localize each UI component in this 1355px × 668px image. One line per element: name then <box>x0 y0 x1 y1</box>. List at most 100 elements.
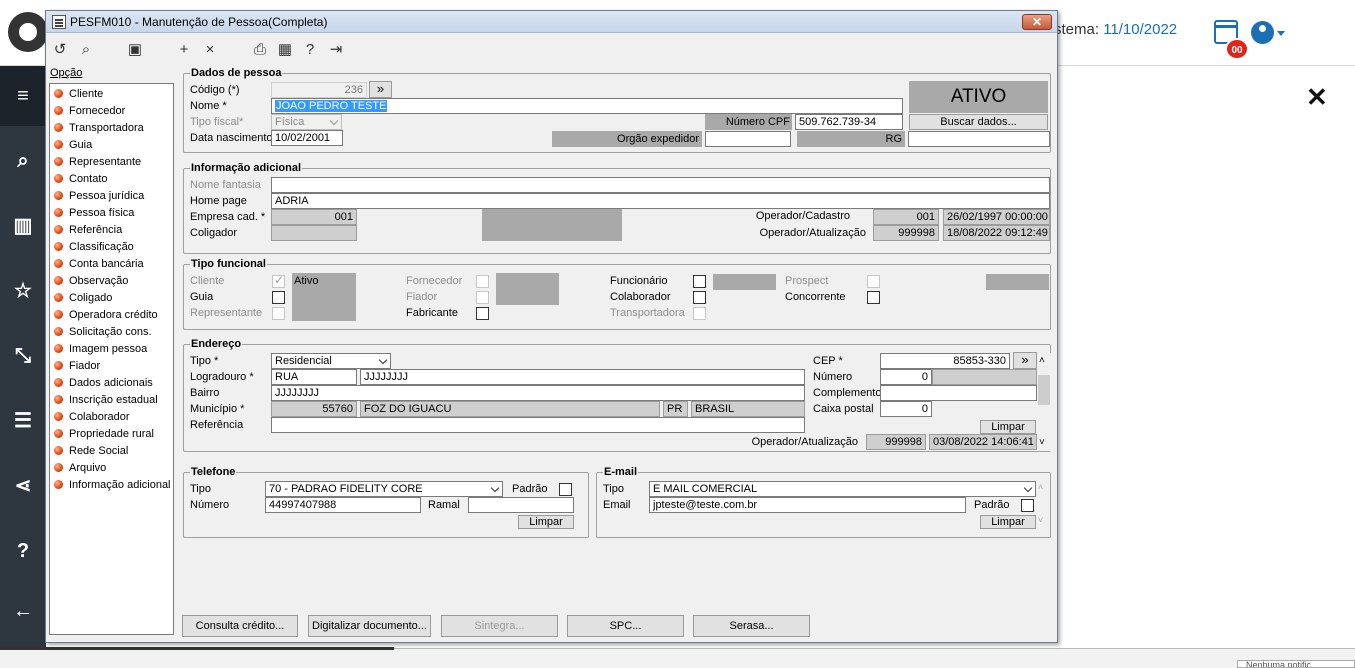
municipio-code-field[interactable]: 55760 <box>271 401 357 417</box>
scroll-thumb[interactable] <box>1038 375 1050 405</box>
chart-icon[interactable]: ▥ <box>0 211 46 241</box>
home-page-field[interactable]: ADRIA <box>271 193 1050 209</box>
email-field[interactable]: jpteste@teste.com.br <box>649 497 966 513</box>
back-icon[interactable]: ← <box>0 596 46 626</box>
option-item[interactable]: Observação <box>54 274 128 289</box>
option-item[interactable]: Propriedade rural <box>54 427 154 442</box>
option-item[interactable]: Referência <box>54 223 122 238</box>
codigo-lookup-button[interactable]: » <box>369 81 392 98</box>
search-icon[interactable]: ⌕ <box>0 146 46 176</box>
exit-icon[interactable]: ⇥ <box>326 40 346 60</box>
empresa-cad-field[interactable]: 001 <box>271 209 357 225</box>
scroll-down-icon[interactable]: ˅ <box>1038 515 1043 525</box>
nome-field[interactable]: JOAO PEDRO TESTE <box>271 98 903 114</box>
option-item[interactable]: Operadora crédito <box>54 308 158 323</box>
spc-button[interactable]: SPC... <box>567 615 684 637</box>
codigo-field[interactable]: 236 <box>271 82 367 98</box>
tipo-endereco-select[interactable]: Residencial <box>271 353 391 369</box>
prospect-checkbox <box>867 275 880 288</box>
consulta-credito-button[interactable]: Consulta crédito... <box>182 615 298 637</box>
guia-checkbox[interactable] <box>272 291 285 304</box>
option-item[interactable]: Informação adicional <box>54 478 171 493</box>
concorrente-checkbox[interactable] <box>867 291 880 304</box>
option-item[interactable]: Dados adicionais <box>54 376 153 391</box>
data-nascimento-field[interactable]: 10/02/2001 <box>271 130 343 146</box>
orgao-expedidor-field[interactable] <box>705 131 791 147</box>
telefone-limpar-button[interactable]: Limpar <box>518 515 574 529</box>
ramal-field[interactable] <box>468 497 574 513</box>
option-item[interactable]: Imagem pessoa <box>54 342 147 357</box>
option-item[interactable]: Fornecedor <box>54 104 125 119</box>
menu-icon[interactable]: ≡ <box>0 66 46 126</box>
coligador-field[interactable] <box>271 225 357 241</box>
nome-fantasia-field[interactable] <box>271 177 1050 193</box>
scroll-up-icon[interactable]: ˄ <box>1038 482 1043 492</box>
complemento-field[interactable] <box>880 385 1037 401</box>
user-avatar-icon[interactable] <box>1251 21 1274 44</box>
serasa-button[interactable]: Serasa... <box>693 615 810 637</box>
option-item[interactable]: Contato <box>54 172 108 187</box>
option-item[interactable]: Coligado <box>54 291 112 306</box>
help-icon[interactable]: ? <box>300 40 320 60</box>
endereco-limpar-button[interactable]: Limpar <box>980 420 1036 434</box>
star-icon[interactable]: ☆ <box>0 276 46 306</box>
referencia-field[interactable] <box>271 417 805 433</box>
option-item[interactable]: Arquivo <box>54 461 106 476</box>
option-item[interactable]: Transportadora <box>54 121 144 136</box>
window-close-button[interactable]: ✕ <box>1022 14 1052 30</box>
save-icon[interactable]: ▣ <box>125 40 145 60</box>
caixa-postal-field[interactable]: 0 <box>880 401 932 417</box>
email-tipo-select[interactable]: E MAIL COMERCIAL <box>649 481 1036 497</box>
scroll-down-icon[interactable]: ˅ <box>1039 437 1045 448</box>
bullet-icon <box>54 140 63 149</box>
logradouro-tipo-field[interactable]: RUA <box>271 369 357 385</box>
telefone-tipo-select[interactable]: 70 - PADRAO FIDELITY CORE <box>265 481 503 497</box>
option-item[interactable]: Representante <box>54 155 141 170</box>
option-item[interactable]: Classificação <box>54 240 134 255</box>
option-item[interactable]: Fiador <box>54 359 100 374</box>
cliente-status: Ativo <box>292 273 356 321</box>
print-icon[interactable]: ⎙ <box>250 40 270 60</box>
option-item[interactable]: Rede Social <box>54 444 128 459</box>
add-icon[interactable]: + <box>174 40 194 60</box>
endereco-scrollbar[interactable]: ˄ ˅ <box>1037 353 1051 451</box>
option-item[interactable]: Guia <box>54 138 92 153</box>
scroll-up-icon[interactable]: ˄ <box>1039 355 1045 366</box>
email-padrao-checkbox[interactable] <box>1021 499 1034 512</box>
buscar-dados-button[interactable]: Buscar dados... <box>909 114 1048 130</box>
option-item[interactable]: Conta bancária <box>54 257 144 272</box>
digitalizar-documento-button[interactable]: Digitalizar documento... <box>308 615 431 637</box>
funcionario-checkbox[interactable] <box>693 275 706 288</box>
option-item[interactable]: Colaborador <box>54 410 130 425</box>
collapse-icon[interactable]: ⤡ <box>0 341 46 371</box>
share-icon[interactable]: ⋖ <box>0 471 46 501</box>
search-icon[interactable]: ⌕ <box>76 40 96 60</box>
numero-field[interactable]: 0 <box>880 369 932 385</box>
option-item[interactable]: Solicitação cons. <box>54 325 152 340</box>
telefone-padrao-checkbox[interactable] <box>559 483 572 496</box>
option-item[interactable]: Pessoa jurídica <box>54 189 144 204</box>
window-titlebar[interactable]: PESFM010 - Manutenção de Pessoa(Completa… <box>46 11 1057 33</box>
email-limpar-button[interactable]: Limpar <box>980 515 1036 529</box>
settings-sliders-icon[interactable]: ☰ <box>0 406 46 436</box>
option-item[interactable]: Pessoa física <box>54 206 134 221</box>
chevron-down-icon[interactable] <box>1277 31 1285 36</box>
app-logo[interactable] <box>8 12 48 52</box>
calendar-icon[interactable]: ▦ <box>275 40 295 60</box>
options-list[interactable]: Cliente Fornecedor Transportadora Guia Repre… <box>49 83 174 635</box>
option-item[interactable]: Cliente <box>54 87 103 102</box>
option-item[interactable]: Inscrição estadual <box>54 393 158 408</box>
close-panel-icon[interactable]: ✕ <box>1306 84 1328 110</box>
cpf-field[interactable]: 509.762.739-34 <box>795 114 903 130</box>
colaborador-checkbox[interactable] <box>693 291 706 304</box>
cancel-icon[interactable]: × <box>200 40 220 60</box>
logradouro-field[interactable]: JJJJJJJJ <box>360 369 805 385</box>
fabricante-checkbox[interactable] <box>476 307 489 320</box>
bairro-field[interactable]: JJJJJJJJ <box>271 385 805 401</box>
telefone-numero-field[interactable]: 44997407988 <box>265 497 421 513</box>
help-icon[interactable]: ? <box>0 536 46 566</box>
rg-field[interactable] <box>908 131 1050 147</box>
cep-field[interactable]: 85853-330 <box>880 353 1010 369</box>
cep-lookup-button[interactable]: » <box>1013 352 1037 369</box>
undo-icon[interactable]: ↺ <box>50 40 70 60</box>
